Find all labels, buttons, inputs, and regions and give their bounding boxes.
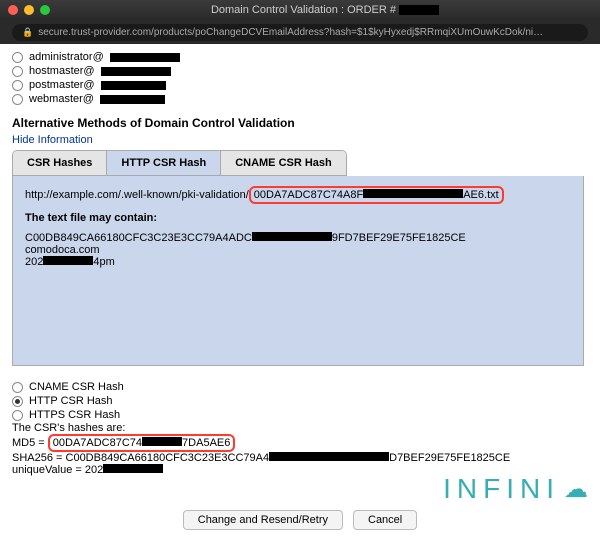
redacted-bar — [101, 81, 166, 90]
lock-icon: 🔒 — [22, 27, 33, 38]
tab-csr-hashes[interactable]: CSR Hashes — [13, 151, 107, 175]
tab-http-csr-hash[interactable]: HTTP CSR Hash — [107, 151, 221, 175]
hide-information-link[interactable]: Hide Information — [12, 134, 93, 146]
tab-cname-csr-hash[interactable]: CNAME CSR Hash — [221, 151, 346, 175]
window-controls[interactable] — [8, 5, 50, 15]
action-buttons: Change and Resend/Retry Cancel — [0, 510, 600, 530]
method-label: CNAME CSR Hash — [29, 381, 124, 393]
window-titlebar: Domain Control Validation : ORDER # — [0, 0, 600, 20]
unique-value-row: uniqueValue = 202 — [12, 464, 588, 476]
redacted-bar — [110, 53, 180, 62]
radio-icon[interactable] — [12, 382, 23, 393]
md5-highlight: 00DA7ADC87C747DA5AE6 — [48, 434, 236, 452]
method-radio-option[interactable]: CNAME CSR Hash — [12, 380, 588, 394]
csr-hashes-heading: The CSR's hashes are: — [12, 422, 588, 434]
dcv-tabs: CSR HashesHTTP CSR HashCNAME CSR Hash — [12, 150, 347, 176]
validation-url-prefix: http://example.com/.well-known/pki-valid… — [25, 189, 249, 201]
email-radio-option[interactable]: webmaster@ — [12, 92, 588, 106]
radio-icon[interactable] — [12, 80, 23, 91]
filename-highlight: 00DA7ADC87C74A8FAE6.txt — [249, 186, 504, 204]
close-icon[interactable] — [8, 5, 18, 15]
redacted-bar — [399, 5, 439, 15]
email-radio-option[interactable]: administrator@ — [12, 50, 588, 64]
redacted-bar — [100, 95, 165, 104]
md5-row: MD5 = 00DA7ADC87C747DA5AE6 — [12, 434, 588, 452]
method-label: HTTPS CSR Hash — [29, 409, 120, 421]
alt-methods-heading: Alternative Methods of Domain Control Va… — [12, 116, 588, 130]
may-contain-label: The text file may contain: — [25, 212, 571, 224]
email-radio-option[interactable]: hostmaster@ — [12, 64, 588, 78]
email-label: hostmaster@ — [29, 65, 95, 77]
sha256-row: SHA256 = C00DB849CA66180CFC3C23E3CC79A4D… — [12, 452, 588, 464]
email-label: webmaster@ — [29, 93, 94, 105]
minimize-icon[interactable] — [24, 5, 34, 15]
zoom-icon[interactable] — [40, 5, 50, 15]
email-label: postmaster@ — [29, 79, 95, 91]
radio-icon[interactable] — [12, 396, 23, 407]
browser-url-bar[interactable]: 🔒 secure.trust-provider.com/products/poC… — [0, 20, 600, 44]
radio-icon[interactable] — [12, 66, 23, 77]
redacted-bar — [101, 67, 171, 76]
cancel-button[interactable]: Cancel — [353, 510, 417, 530]
window-title: Domain Control Validation : ORDER # — [211, 4, 396, 16]
email-label: administrator@ — [29, 51, 104, 63]
radio-icon[interactable] — [12, 52, 23, 63]
method-radio-option[interactable]: HTTP CSR Hash — [12, 394, 588, 408]
email-radio-option[interactable]: postmaster@ — [12, 78, 588, 92]
radio-icon[interactable] — [12, 410, 23, 421]
change-resend-button[interactable]: Change and Resend/Retry — [183, 510, 343, 530]
method-radio-option[interactable]: HTTPS CSR Hash — [12, 408, 588, 422]
url-text: secure.trust-provider.com/products/poCha… — [38, 27, 543, 38]
file-content: C00DB849CA66180CFC3C23E3CC79A4ADC9FD7BEF… — [25, 232, 571, 268]
method-label: HTTP CSR Hash — [29, 395, 113, 407]
radio-icon[interactable] — [12, 94, 23, 105]
http-csr-panel: http://example.com/.well-known/pki-valid… — [12, 176, 584, 366]
